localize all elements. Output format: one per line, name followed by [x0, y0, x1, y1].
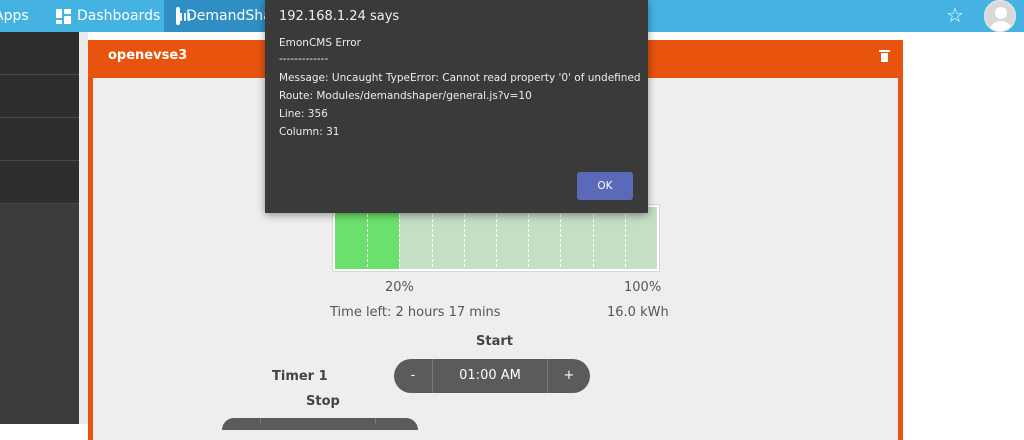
dialog-line: EmonCMS Error	[279, 37, 361, 49]
nav-apps-label: Apps	[0, 8, 29, 24]
battery-gauge	[332, 204, 660, 272]
trash-icon[interactable]	[879, 50, 890, 62]
battery-segment-divider	[560, 209, 561, 267]
dialog-line: -------------	[279, 53, 329, 65]
battery-segment-divider	[399, 209, 400, 267]
calendar-icon	[176, 7, 190, 25]
decrement-button[interactable]: -	[394, 359, 432, 393]
dialog-line: Route: Modules/demandshaper/general.js?v…	[279, 90, 532, 102]
timer-label: Timer 1	[272, 369, 328, 384]
sidebar-item[interactable]	[0, 161, 79, 204]
alert-dialog: 192.168.1.24 says EmonCMS Error --------…	[265, 0, 648, 213]
sidebar-item[interactable]	[0, 118, 79, 161]
battery-segment-divider	[528, 209, 529, 267]
battery-segment-divider	[464, 209, 465, 267]
dialog-line: Line: 356	[279, 108, 328, 120]
start-label: Start	[476, 334, 513, 349]
battery-segment-divider	[367, 209, 368, 267]
nav-demandshaper[interactable]: DemandShaper	[164, 0, 274, 32]
battery-segment-divider	[496, 209, 497, 267]
energy-text: 16.0 kWh	[607, 305, 669, 320]
content-gutter	[79, 32, 88, 424]
start-time-stepper: - 01:00 AM +	[394, 359, 590, 393]
battery-segment-divider	[625, 209, 626, 267]
sidebar-item[interactable]	[0, 75, 79, 118]
nav-apps[interactable]: Apps	[0, 0, 29, 32]
star-icon[interactable]: ☆	[946, 4, 964, 26]
sidebar	[0, 32, 79, 424]
user-avatar[interactable]	[984, 0, 1016, 32]
panel-title: openevse3	[108, 48, 188, 63]
dialog-line: Column: 31	[279, 126, 340, 138]
start-time-value[interactable]: 01:00 AM	[433, 359, 547, 393]
battery-max-label: 100%	[624, 280, 662, 295]
dashboards-icon	[56, 8, 71, 24]
battery-min-label: 20%	[385, 280, 414, 295]
increment-button[interactable]: +	[548, 359, 590, 393]
battery-segment-divider	[432, 209, 433, 267]
nav-dashboards-label: Dashboards	[77, 8, 161, 24]
ok-button[interactable]: OK	[577, 172, 633, 200]
dialog-line: Message: Uncaught TypeError: Cannot read…	[279, 72, 641, 84]
stop-time-stepper	[222, 418, 418, 430]
sidebar-item[interactable]	[0, 32, 79, 75]
time-left-text: Time left: 2 hours 17 mins	[330, 305, 501, 320]
dialog-title: 192.168.1.24 says	[279, 9, 400, 24]
battery-segment-divider	[593, 209, 594, 267]
nav-demandshaper-label: DemandShaper	[186, 8, 274, 24]
nav-dashboards[interactable]: Dashboards	[56, 0, 160, 32]
stop-label: Stop	[306, 394, 340, 409]
